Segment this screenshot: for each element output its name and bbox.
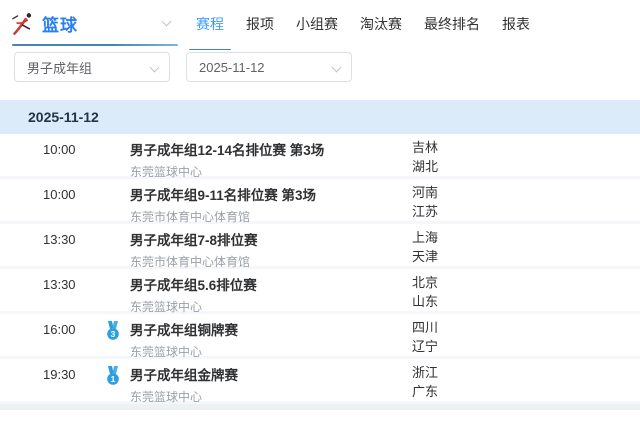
match-time: 10:00: [43, 142, 76, 157]
bottom-divider: [0, 404, 640, 410]
match-time: 10:00: [43, 187, 76, 202]
sport-pictogram-icon: [8, 9, 38, 39]
team-name: 天津: [412, 247, 438, 266]
date-header-bar: 2025-11-12: [0, 100, 640, 134]
tab-final-ranking[interactable]: 最终排名: [424, 14, 480, 34]
match-title: 男子成年组5.6排位赛: [130, 274, 257, 294]
tabs-nav: 赛程 报项 小组赛 淘汰赛 最终排名 报表: [196, 14, 530, 34]
chevron-down-icon: [150, 63, 160, 73]
group-select-value: 男子成年组: [27, 58, 92, 77]
chevron-down-icon: [332, 63, 342, 73]
team-name: 河南: [412, 183, 438, 202]
match-teams: 上海 天津: [412, 228, 438, 266]
tab-knockout[interactable]: 淘汰赛: [360, 14, 402, 34]
date-header-label: 2025-11-12: [28, 109, 99, 125]
match-venue: 东莞篮球中心: [130, 388, 238, 405]
schedule-row[interactable]: 10:00 男子成年组9-11名排位赛 第3场 东莞市体育中心体育馆 河南 江苏: [0, 179, 640, 224]
match-venue: 东莞篮球中心: [130, 163, 324, 180]
match-time: 16:00: [43, 322, 76, 337]
match-time: 19:30: [43, 367, 76, 382]
match-venue: 东莞篮球中心: [130, 298, 257, 315]
match-info: 男子成年组9-11名排位赛 第3场 东莞市体育中心体育馆: [130, 184, 316, 225]
tab-reports[interactable]: 报表: [502, 14, 530, 34]
team-name: 四川: [412, 318, 438, 337]
match-info: 男子成年组12-14名排位赛 第3场 东莞篮球中心: [130, 139, 324, 180]
match-info: 男子成年组7-8排位赛 东莞市体育中心体育馆: [130, 229, 258, 270]
svg-text:3: 3: [111, 329, 116, 339]
match-venue: 东莞篮球中心: [130, 343, 238, 360]
medal-3-icon: 3: [104, 321, 122, 341]
schedule-list: 10:00 男子成年组12-14名排位赛 第3场 东莞篮球中心 吉林 湖北 10…: [0, 134, 640, 404]
medal-1-icon: 1: [104, 366, 122, 386]
sport-label: 篮球: [42, 16, 78, 35]
match-venue: 东莞市体育中心体育馆: [130, 253, 258, 270]
match-teams: 浙江 广东: [412, 363, 438, 401]
match-teams: 河南 江苏: [412, 183, 438, 221]
match-teams: 吉林 湖北: [412, 138, 438, 176]
match-teams: 北京 山东: [412, 273, 438, 311]
sport-dropdown-underline: [12, 44, 178, 46]
match-time: 13:30: [43, 277, 76, 292]
team-name: 浙江: [412, 363, 438, 382]
match-title: 男子成年组7-8排位赛: [130, 229, 258, 249]
top-header: 篮球 赛程 报项 小组赛 淘汰赛 最终排名 报表: [0, 0, 640, 50]
team-name: 上海: [412, 228, 438, 247]
team-name: 吉林: [412, 138, 438, 157]
match-teams: 四川 辽宁: [412, 318, 438, 356]
team-name: 湖北: [412, 157, 438, 176]
team-name: 江苏: [412, 202, 438, 221]
match-title: 男子成年组铜牌赛: [130, 319, 238, 339]
team-name: 辽宁: [412, 337, 438, 356]
chevron-down-icon: [162, 17, 172, 27]
svg-text:1: 1: [111, 374, 116, 384]
match-info: 男子成年组铜牌赛 东莞篮球中心: [130, 319, 238, 360]
schedule-row[interactable]: 19:30 1 男子成年组金牌赛 东莞篮球中心 浙江 广东: [0, 359, 640, 404]
group-select[interactable]: 男子成年组: [14, 52, 170, 82]
match-info: 男子成年组金牌赛 东莞篮球中心: [130, 364, 238, 405]
schedule-row[interactable]: 13:30 男子成年组5.6排位赛 东莞篮球中心 北京 山东: [0, 269, 640, 314]
filters-bar: 男子成年组 2025-11-12: [0, 50, 640, 92]
team-name: 山东: [412, 292, 438, 311]
team-name: 北京: [412, 273, 438, 292]
match-time: 13:30: [43, 232, 76, 247]
app-root: 篮球 赛程 报项 小组赛 淘汰赛 最终排名 报表 男子成年组 2025-11-12 202…: [0, 0, 640, 428]
tab-entries[interactable]: 报项: [246, 14, 274, 34]
date-select-value: 2025-11-12: [199, 60, 265, 75]
schedule-row[interactable]: 13:30 男子成年组7-8排位赛 东莞市体育中心体育馆 上海 天津: [0, 224, 640, 269]
schedule-row[interactable]: 16:00 3 男子成年组铜牌赛 东莞篮球中心 四川 辽宁: [0, 314, 640, 359]
tab-schedule[interactable]: 赛程: [196, 14, 224, 34]
match-title: 男子成年组金牌赛: [130, 364, 238, 384]
match-title: 男子成年组9-11名排位赛 第3场: [130, 184, 316, 204]
date-select[interactable]: 2025-11-12: [186, 52, 352, 82]
match-venue: 东莞市体育中心体育馆: [130, 208, 316, 225]
schedule-row[interactable]: 10:00 男子成年组12-14名排位赛 第3场 东莞篮球中心 吉林 湖北: [0, 134, 640, 179]
sport-dropdown[interactable]: 篮球: [42, 11, 178, 37]
match-title: 男子成年组12-14名排位赛 第3场: [130, 139, 324, 159]
tab-group-stage[interactable]: 小组赛: [296, 14, 338, 34]
match-info: 男子成年组5.6排位赛 东莞篮球中心: [130, 274, 257, 315]
team-name: 广东: [412, 382, 438, 401]
